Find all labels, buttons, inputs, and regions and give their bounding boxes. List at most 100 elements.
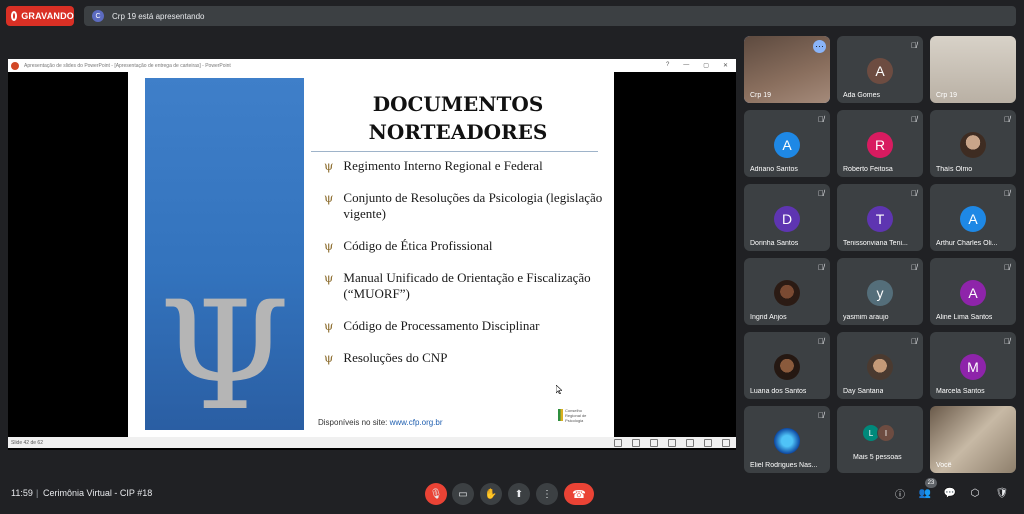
participant-tile[interactable]: ⋯ Crp 19: [744, 36, 830, 103]
mic-off-icon: 🎙̸: [818, 115, 824, 124]
participant-tile[interactable]: 🎙̸ A Arthur Charles Oli...: [930, 184, 1016, 251]
powerpoint-icon: [11, 61, 19, 70]
participant-tile[interactable]: 🎙̸ Thaís Olmo: [930, 110, 1016, 177]
avatar: T: [867, 206, 893, 232]
participant-tile[interactable]: 🎙̸ T Tenissonviana Teni...: [837, 184, 923, 251]
avatar: I: [877, 424, 895, 442]
participant-tile[interactable]: 🎙̸ A Aline Lima Santos: [930, 258, 1016, 325]
more-options-icon[interactable]: ⋯: [813, 40, 826, 53]
participant-tile[interactable]: 🎙̸ R Roberto Feitosa: [837, 110, 923, 177]
mouse-cursor-icon: [556, 385, 562, 394]
ppt-status-bar: Slide 42 de 62: [8, 437, 736, 448]
normal-view-icon[interactable]: [632, 438, 640, 447]
raise-hand-button[interactable]: ✋: [480, 483, 502, 505]
participant-tile[interactable]: 🎙̸ Luana dos Santos: [744, 332, 830, 399]
close-icon: ✕: [722, 63, 728, 69]
people-button[interactable]: 👥: [918, 486, 932, 500]
psi-bullet-icon: ψ: [324, 239, 334, 253]
participant-name: Eliel Rodrigues Nas...: [750, 462, 818, 469]
participant-name: Roberto Feitosa: [843, 166, 893, 173]
presenting-banner: C Crp 19 está apresentando: [84, 6, 1016, 26]
hangup-button[interactable]: ☎: [564, 483, 594, 505]
shield-icon: 🛡: [995, 487, 1009, 499]
fit-window-icon[interactable]: [722, 438, 730, 447]
slide-title-line1: DOCUMENTOS: [372, 92, 544, 116]
record-icon: [11, 11, 18, 21]
mic-off-icon: 🎙̸: [818, 189, 824, 198]
participant-tile[interactable]: 🎙̸ A Ada Gomes: [837, 36, 923, 103]
participant-tile[interactable]: Crp 19: [930, 36, 1016, 103]
participant-tile[interactable]: 🎙̸ Eliel Rodrigues Nas...: [744, 406, 830, 473]
participant-name: Thaís Olmo: [936, 166, 973, 173]
psi-bullet-icon: ψ: [324, 319, 334, 333]
ppt-window-title: Apresentação de slides do PowerPoint - […: [24, 62, 231, 69]
psi-bullet-icon: ψ: [324, 271, 334, 285]
restore-icon: ▢: [703, 63, 709, 69]
psi-bullet-icon: ψ: [324, 351, 334, 365]
participant-name: Tenissonviana Teni...: [843, 240, 908, 247]
avatar: [960, 132, 986, 158]
avatar: [867, 354, 893, 380]
title-divider: [311, 151, 598, 152]
avatar: A: [960, 206, 986, 232]
camera-icon: ▭: [458, 488, 468, 500]
footer-link: www.cfp.org.br: [389, 418, 443, 427]
mic-off-icon: 🎙̸: [911, 189, 917, 198]
participant-tile-self[interactable]: Você: [930, 406, 1016, 473]
more-people-tile[interactable]: L I Mais 5 pessoas: [837, 406, 923, 473]
slide-title-line2: NORTEADORES: [368, 120, 548, 144]
participant-tile[interactable]: 🎙̸ y yasmim araujo: [837, 258, 923, 325]
reading-view-icon[interactable]: [668, 438, 676, 447]
notes-icon[interactable]: [614, 438, 622, 447]
minimize-icon: —: [683, 62, 690, 68]
chat-button[interactable]: 💬: [943, 486, 957, 500]
present-button[interactable]: ⬆: [508, 483, 530, 505]
participant-tile[interactable]: 🎙̸ Ingrid Anjos: [744, 258, 830, 325]
cfp-logo-text: Conselho Regional de Psicologia: [565, 407, 587, 423]
psi-logo: Ψ: [158, 270, 291, 438]
participant-name: Crp 19: [936, 92, 958, 99]
list-item: ψ Código de Ética Profissional: [324, 238, 493, 253]
slideshow-icon[interactable]: [686, 438, 694, 447]
psi-bullet-icon: ψ: [324, 191, 334, 205]
participant-tile[interactable]: 🎙̸ A Adriano Santos: [744, 110, 830, 177]
help-icon: ?: [665, 62, 670, 68]
bullet-list: ψ Regimento Interno Regional e Federal ψC…: [324, 158, 604, 382]
recording-label: GRAVANDO: [21, 11, 74, 21]
mic-toggle-button[interactable]: 🎙: [425, 483, 447, 505]
avatar: y: [867, 280, 893, 306]
participant-name: Ingrid Anjos: [750, 314, 787, 321]
participant-tile[interactable]: 🎙̸ D Dorinha Santos: [744, 184, 830, 251]
meeting-name: Cerimônia Virtual - CIP #18: [43, 488, 153, 498]
participant-tile[interactable]: 🎙̸ M Marcela Santos: [930, 332, 1016, 399]
list-item: ψ Regimento Interno Regional e Federal: [324, 158, 543, 173]
mic-off-icon: 🎙̸: [911, 41, 917, 50]
participant-name: Arthur Charles Oli...: [936, 240, 998, 247]
clock: 11:59: [11, 488, 33, 498]
mic-off-icon: 🎙̸: [818, 337, 824, 346]
camera-toggle-button[interactable]: ▭: [452, 483, 474, 505]
mic-off-icon: 🎙: [429, 488, 443, 500]
avatar: D: [774, 206, 800, 232]
participant-tile[interactable]: 🎙̸ Day Santana: [837, 332, 923, 399]
more-people-avatars: L I: [862, 424, 895, 442]
zoom-icon[interactable]: [704, 438, 712, 447]
participant-name: Aline Lima Santos: [936, 314, 993, 321]
participant-name: Crp 19: [750, 92, 772, 99]
activities-button[interactable]: ⬡: [968, 486, 982, 500]
presenter-avatar: C: [92, 10, 104, 22]
slide-footer: Disponíveis no site: www.cfp.org.br: [318, 418, 443, 427]
avatar: [774, 280, 800, 306]
info-button[interactable]: ⓘ: [893, 486, 907, 501]
list-item: ψ Resoluções do CNP: [324, 350, 448, 365]
people-icon: 👥: [918, 487, 932, 499]
more-options-button[interactable]: ⋮: [536, 483, 558, 505]
activities-icon: ⬡: [970, 487, 980, 499]
mic-off-icon: 🎙̸: [818, 263, 824, 272]
slide-sorter-icon[interactable]: [650, 438, 658, 447]
avatar: [774, 354, 800, 380]
avatar: [774, 428, 800, 454]
participant-name: Luana dos Santos: [750, 388, 807, 395]
footer-label: Disponíveis no site:: [318, 418, 388, 427]
host-controls-button[interactable]: 🛡: [995, 486, 1009, 500]
